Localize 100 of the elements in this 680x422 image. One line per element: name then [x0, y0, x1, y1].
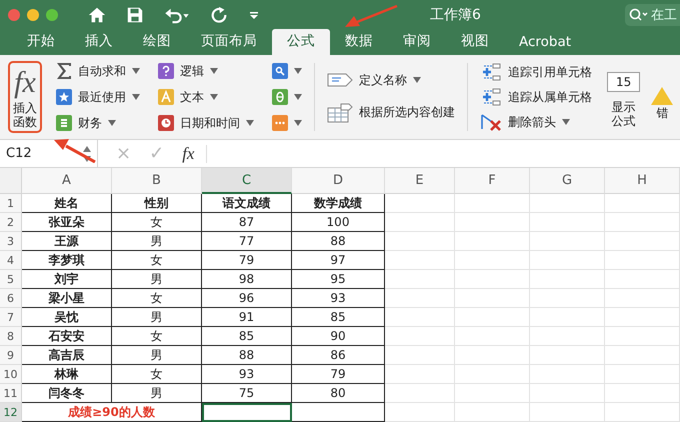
clock-icon[interactable]: [158, 115, 174, 131]
caret-icon[interactable]: [210, 94, 218, 100]
column-header[interactable]: A: [22, 168, 112, 194]
search-icon[interactable]: [272, 63, 288, 79]
table-cell: [385, 194, 455, 213]
table-cell: 85: [202, 327, 292, 346]
function-category-button[interactable]: 最近使用: [78, 88, 126, 106]
auditing-button[interactable]: 追踪引用单元格: [508, 64, 592, 80]
show-formulas-button[interactable]: 15 显示公式: [602, 62, 646, 132]
table-cell: [385, 346, 455, 365]
table-cell: 男: [112, 270, 202, 289]
trace-dependents-icon[interactable]: [480, 88, 502, 106]
tag-icon[interactable]: [327, 72, 353, 88]
ribbon-tab[interactable]: 绘图: [128, 29, 186, 55]
customize-icon[interactable]: [248, 9, 260, 21]
table-cell: 姓名: [22, 194, 112, 213]
function-category-button[interactable]: 自动求和: [78, 62, 126, 80]
row-header[interactable]: 4: [0, 251, 22, 270]
row-header[interactable]: 9: [0, 346, 22, 365]
table-cell: [385, 384, 455, 403]
row-header[interactable]: 6: [0, 289, 22, 308]
table-cell: [385, 365, 455, 384]
function-category-button[interactable]: 财务: [78, 114, 102, 132]
undo-icon[interactable]: [164, 6, 190, 24]
table-cell: [385, 327, 455, 346]
caret-icon[interactable]: [294, 94, 302, 100]
search-field[interactable]: 在工: [651, 4, 680, 26]
annotation-arrow: [345, 4, 399, 28]
table-cell: [385, 232, 455, 251]
table-cell: 女: [112, 365, 202, 384]
ribbon-tab[interactable]: 视图: [446, 29, 504, 55]
trace-precedents-icon[interactable]: [480, 63, 502, 81]
function-category-button[interactable]: 逻辑: [180, 62, 204, 80]
row-header[interactable]: 1: [0, 194, 22, 213]
row-header[interactable]: 7: [0, 308, 22, 327]
ribbon-tab[interactable]: 页面布局: [186, 29, 272, 55]
ribbon-tab[interactable]: 开始: [12, 29, 70, 55]
save-icon[interactable]: [126, 6, 144, 24]
caret-icon[interactable]: [246, 120, 254, 126]
sum-icon[interactable]: [56, 62, 72, 80]
minimize-icon[interactable]: [27, 9, 39, 21]
name-button[interactable]: 根据所选内容创建: [359, 104, 455, 121]
warning-icon: [650, 86, 674, 106]
theta-icon[interactable]: [272, 89, 288, 105]
table-cell: 90: [292, 327, 385, 346]
remove-arrows-icon[interactable]: [480, 113, 502, 131]
ribbon-tab[interactable]: 公式: [272, 29, 330, 55]
table-cell: 女: [112, 251, 202, 270]
ribbon-tab[interactable]: 插入: [70, 29, 128, 55]
ribbon-tab[interactable]: 数据: [330, 29, 388, 55]
database-icon[interactable]: [56, 115, 72, 131]
caret-icon[interactable]: [294, 68, 302, 74]
caret-icon[interactable]: [108, 120, 116, 126]
table-cell: [385, 251, 455, 270]
row-header[interactable]: 2: [0, 213, 22, 232]
ribbon-tab[interactable]: Acrobat: [504, 31, 586, 55]
column-header[interactable]: D: [292, 168, 385, 194]
row-header[interactable]: 5: [0, 270, 22, 289]
column-header[interactable]: H: [605, 168, 680, 194]
caret-icon[interactable]: [413, 77, 421, 83]
error-checking-button[interactable]: 错: [645, 70, 680, 124]
question-icon[interactable]: [158, 63, 174, 79]
column-header[interactable]: F: [455, 168, 530, 194]
insert-function-button[interactable]: fx 插入函数: [8, 61, 42, 133]
ribbon-tab[interactable]: 审阅: [388, 29, 446, 55]
caret-icon[interactable]: [132, 94, 140, 100]
more-icon[interactable]: [272, 115, 288, 131]
insert-function-button[interactable]: fx: [182, 144, 194, 164]
table-cell: 88: [202, 346, 292, 365]
column-header[interactable]: B: [112, 168, 202, 194]
table-tag-icon[interactable]: [327, 102, 353, 122]
redo-icon[interactable]: [210, 6, 228, 24]
caret-icon[interactable]: [294, 120, 302, 126]
column-header[interactable]: G: [530, 168, 605, 194]
row-header[interactable]: 8: [0, 327, 22, 346]
table-cell: 100: [292, 213, 385, 232]
search-icon[interactable]: [625, 4, 651, 26]
function-category-button[interactable]: 文本: [180, 88, 204, 106]
function-category-button[interactable]: 日期和时间: [180, 114, 240, 132]
caret-icon[interactable]: [562, 119, 570, 125]
column-header[interactable]: E: [385, 168, 455, 194]
auditing-button[interactable]: 删除箭头: [508, 114, 556, 130]
star-icon[interactable]: [56, 89, 72, 105]
home-icon[interactable]: [88, 6, 106, 24]
caret-icon[interactable]: [210, 68, 218, 74]
row-header[interactable]: 11: [0, 384, 22, 403]
column-header[interactable]: C: [202, 168, 292, 194]
table-cell: 80: [292, 384, 385, 403]
row-header[interactable]: 3: [0, 232, 22, 251]
name-button[interactable]: 定义名称: [359, 72, 407, 88]
table-cell: 刘宇: [22, 270, 112, 289]
table-cell: 王源: [22, 232, 112, 251]
table-cell: [385, 308, 455, 327]
table-cell: 高吉辰: [22, 346, 112, 365]
row-header[interactable]: 10: [0, 365, 22, 384]
stepper-icon[interactable]: [83, 146, 91, 162]
row-header[interactable]: 12: [0, 403, 22, 422]
caret-icon[interactable]: [132, 68, 140, 74]
auditing-button[interactable]: 追踪从属单元格: [508, 88, 592, 106]
table-cell: 97: [292, 251, 385, 270]
